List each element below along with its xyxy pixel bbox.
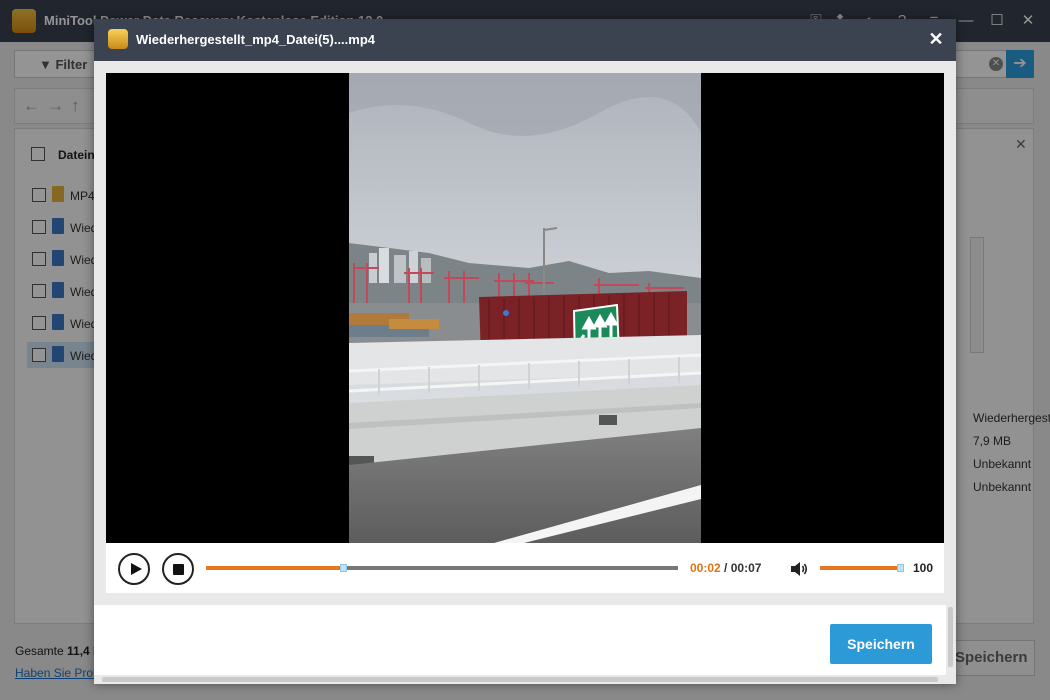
volume-icon-graphic <box>791 562 808 576</box>
horizontal-scrollbar-thumb[interactable] <box>102 677 938 682</box>
player-controls: 00:02 / 00:07 100 <box>106 543 944 593</box>
vertical-scrollbar-thumb[interactable] <box>948 607 953 667</box>
dialog-footer: Speichern <box>94 605 946 675</box>
close-icon[interactable]: ✕ <box>924 27 948 51</box>
volume-slider-level <box>820 566 900 570</box>
play-button[interactable] <box>118 553 150 585</box>
stop-button[interactable] <box>162 553 194 585</box>
seek-bar[interactable] <box>206 564 678 572</box>
video-viewport[interactable] <box>106 73 944 543</box>
seek-bar-handle[interactable] <box>339 564 347 572</box>
dialog-title: Wiederhergestellt_mp4_Datei(5)....mp4 <box>136 32 376 47</box>
save-button[interactable]: Speichern <box>830 624 932 664</box>
video-frame <box>349 73 701 543</box>
app-logo-icon <box>108 29 128 49</box>
volume-icon[interactable] <box>789 559 809 579</box>
volume-slider[interactable] <box>820 564 904 572</box>
horizontal-scrollbar[interactable] <box>94 675 946 684</box>
stop-icon <box>173 564 184 575</box>
volume-value: 100 <box>913 561 934 575</box>
video-preview-dialog: Wiederhergestellt_mp4_Datei(5)....mp4 ✕ <box>94 19 956 684</box>
vertical-scrollbar[interactable] <box>946 605 956 669</box>
seek-bar-progress <box>206 566 343 570</box>
time-display: 00:02 / 00:07 <box>690 561 762 575</box>
dialog-titlebar: Wiederhergestellt_mp4_Datei(5)....mp4 ✕ <box>94 19 956 61</box>
current-time: 00:02 <box>690 561 721 575</box>
play-icon <box>131 563 142 575</box>
total-time: 00:07 <box>730 561 762 575</box>
video-frame-image <box>349 73 701 543</box>
volume-slider-handle[interactable] <box>896 564 904 572</box>
